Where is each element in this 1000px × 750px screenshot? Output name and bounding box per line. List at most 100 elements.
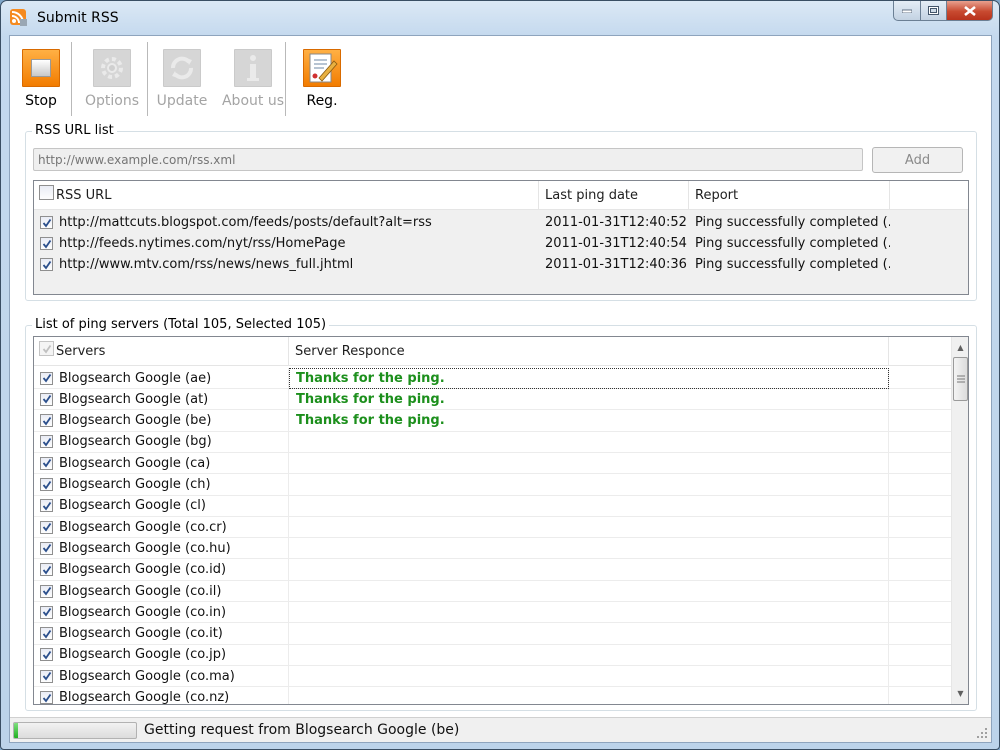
server-name-cell: Blogsearch Google (ch)	[34, 474, 289, 495]
update-button[interactable]: Update	[155, 42, 209, 110]
close-icon	[963, 5, 976, 16]
server-row[interactable]: Blogsearch Google (co.id)	[34, 559, 952, 581]
rss-row-checkbox[interactable]	[40, 237, 53, 250]
progress-bar	[13, 722, 137, 739]
about-us-button[interactable]: About us	[216, 42, 290, 110]
rss-list-header: RSS URL Last ping date Report	[34, 181, 968, 210]
column-header-last-ping-date[interactable]: Last ping date	[539, 181, 689, 210]
server-row-checkbox[interactable]	[40, 456, 53, 470]
column-header-label: RSS URL	[56, 188, 112, 203]
server-row[interactable]: Blogsearch Google (ae) Thanks for the pin…	[34, 367, 952, 389]
rss-url-text: http://www.mtv.com/rss/news/news_full.jh…	[59, 257, 354, 272]
server-response-cell	[289, 601, 889, 623]
rss-url-row[interactable]: http://feeds.nytimes.com/nyt/rss/HomePag…	[34, 233, 968, 254]
register-document-icon	[303, 49, 341, 87]
rss-url-row[interactable]: http://mattcuts.blogspot.com/feeds/posts…	[34, 212, 968, 233]
server-name-cell: Blogsearch Google (co.hu)	[34, 537, 289, 559]
options-button[interactable]: Options	[84, 42, 140, 110]
ping-servers-list[interactable]: Servers Server Responce Blogsearch Googl…	[33, 336, 969, 705]
server-row[interactable]: Blogsearch Google (be) Thanks for the pin…	[34, 410, 952, 432]
server-row[interactable]: Blogsearch Google (co.ma)	[34, 665, 952, 688]
status-bar: Getting request from Blogsearch Google (…	[10, 717, 991, 742]
server-response-cell	[289, 537, 889, 559]
column-header-rss-url[interactable]: RSS URL	[34, 181, 539, 210]
server-row-checkbox[interactable]	[40, 499, 53, 513]
chevron-up-icon: ▲	[957, 343, 964, 352]
servers-scrollbar[interactable]: ▲ ▼	[951, 337, 968, 704]
server-row-checkbox[interactable]	[40, 691, 53, 704]
rss-row-checkbox[interactable]	[40, 216, 53, 229]
register-button[interactable]: Reg.	[302, 42, 342, 110]
server-row-checkbox[interactable]	[40, 435, 53, 449]
column-header-report[interactable]: Report	[689, 181, 890, 210]
rss-row-checkbox[interactable]	[40, 258, 53, 271]
server-row[interactable]: Blogsearch Google (at) Thanks for the pin…	[34, 388, 952, 411]
scroll-down-button[interactable]: ▼	[952, 685, 968, 702]
rss-url-input[interactable]	[33, 148, 863, 171]
server-row-checkbox[interactable]	[40, 563, 53, 577]
filler-cell	[889, 581, 952, 602]
server-name-text: Blogsearch Google (co.id)	[59, 562, 227, 578]
server-row-checkbox[interactable]	[40, 627, 53, 641]
last-ping-date-cell: 2011-01-31T12:40:52	[545, 215, 687, 230]
server-row-checkbox[interactable]	[40, 371, 53, 385]
server-row[interactable]: Blogsearch Google (co.in)	[34, 601, 952, 624]
server-row-checkbox[interactable]	[40, 478, 53, 491]
maximize-icon	[928, 6, 939, 15]
minimize-button[interactable]	[893, 1, 921, 21]
filler-cell	[889, 368, 952, 389]
server-name-cell: Blogsearch Google (co.in)	[34, 601, 289, 623]
server-name-cell: Blogsearch Google (co.nz)	[34, 687, 289, 704]
column-header-servers[interactable]: Servers	[34, 337, 289, 366]
rss-url-list[interactable]: RSS URL Last ping date Report http://mat…	[33, 180, 969, 295]
close-button[interactable]	[947, 1, 993, 21]
server-response-cell: Thanks for the ping.	[289, 388, 889, 410]
add-button[interactable]: Add	[872, 147, 963, 173]
server-row[interactable]: Blogsearch Google (co.cr)	[34, 516, 952, 539]
window-title: Submit RSS	[37, 10, 119, 26]
server-response-cell	[289, 644, 889, 666]
title-bar[interactable]: Submit RSS	[1, 1, 999, 35]
rss-url-text: http://feeds.nytimes.com/nyt/rss/HomePag…	[59, 236, 346, 251]
server-row[interactable]: Blogsearch Google (co.nz)	[34, 687, 952, 704]
rss-url-group: RSS URL list Add RSS URL Last ping date …	[25, 123, 977, 301]
rss-url-row[interactable]: http://www.mtv.com/rss/news/news_full.jh…	[34, 254, 968, 275]
server-name-cell: Blogsearch Google (co.jp)	[34, 644, 289, 666]
gear-icon	[93, 49, 131, 87]
servers-list-header: Servers Server Responce	[34, 337, 952, 366]
server-response-cell	[289, 580, 889, 602]
server-row-checkbox[interactable]	[40, 669, 53, 683]
rss-url-cell: http://mattcuts.blogspot.com/feeds/posts…	[34, 212, 539, 233]
server-row[interactable]: Blogsearch Google (co.hu)	[34, 537, 952, 560]
stop-button[interactable]: Stop	[20, 42, 62, 110]
select-all-rss-checkbox[interactable]	[39, 185, 54, 200]
server-row[interactable]: Blogsearch Google (bg)	[34, 431, 952, 453]
server-row-checkbox[interactable]	[40, 392, 53, 406]
server-row-checkbox[interactable]	[40, 541, 53, 555]
server-row-checkbox[interactable]	[40, 520, 53, 534]
server-row-checkbox[interactable]	[40, 414, 53, 428]
maximize-button[interactable]	[921, 1, 947, 21]
server-row[interactable]: Blogsearch Google (co.il)	[34, 580, 952, 602]
server-response-cell	[289, 452, 889, 474]
report-cell: Ping successfully completed (...	[695, 236, 890, 251]
scroll-up-button[interactable]: ▲	[952, 339, 968, 356]
server-row[interactable]: Blogsearch Google (ca)	[34, 452, 952, 475]
server-row[interactable]: Blogsearch Google (co.jp)	[34, 644, 952, 666]
minimize-icon	[902, 9, 912, 13]
server-row[interactable]: Blogsearch Google (co.it)	[34, 623, 952, 645]
server-row-checkbox[interactable]	[40, 648, 53, 662]
filler-cell	[889, 687, 952, 704]
info-icon	[234, 49, 272, 87]
resize-grip-icon[interactable]	[976, 727, 988, 739]
column-header-server-responce[interactable]: Server Responce	[289, 337, 889, 366]
server-row[interactable]: Blogsearch Google (cl)	[34, 495, 952, 517]
server-row[interactable]: Blogsearch Google (ch)	[34, 474, 952, 496]
server-row-checkbox[interactable]	[40, 584, 53, 598]
filler-cell	[889, 644, 952, 665]
select-all-servers-checkbox[interactable]	[39, 341, 54, 356]
server-row-checkbox[interactable]	[40, 605, 53, 619]
scrollbar-thumb[interactable]	[953, 357, 968, 401]
server-response-cell	[289, 559, 889, 581]
filler-cell	[889, 602, 952, 623]
